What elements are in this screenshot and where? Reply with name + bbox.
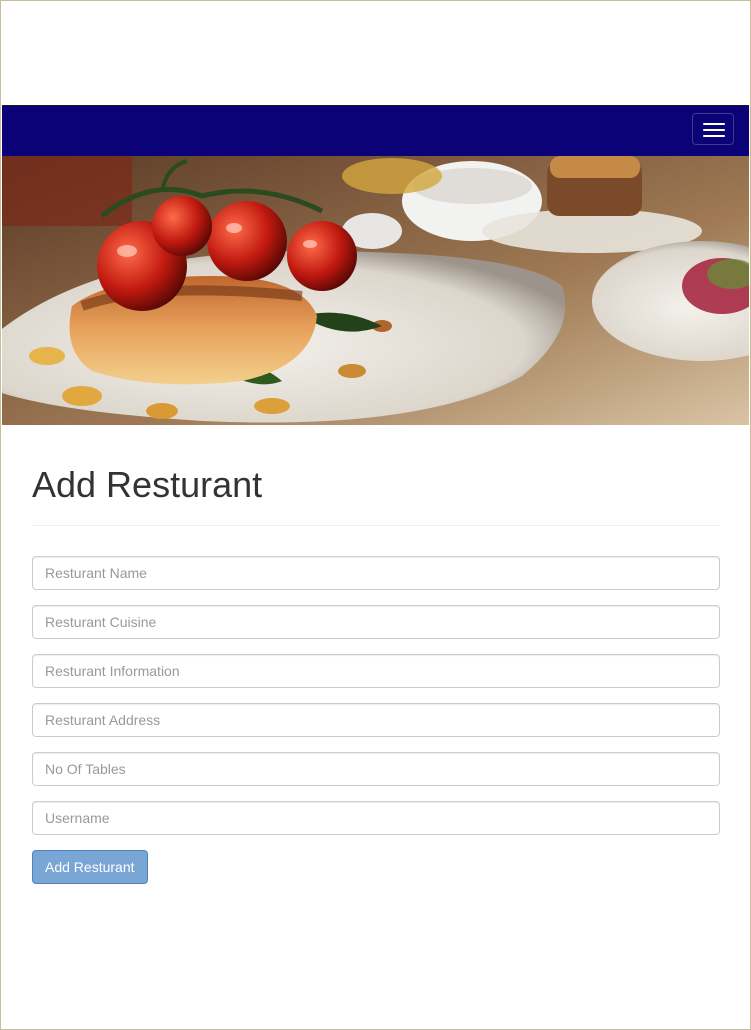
page-frame: Add Resturant Add Resturant	[0, 0, 751, 1030]
add-restaurant-form: Add Resturant	[32, 556, 720, 884]
restaurant-cuisine-input[interactable]	[32, 605, 720, 639]
hamburger-icon-bar	[703, 129, 725, 131]
title-divider	[32, 525, 720, 526]
hamburger-icon-bar	[703, 135, 725, 137]
main-content: Add Resturant Add Resturant	[32, 425, 720, 884]
hamburger-icon	[703, 123, 725, 125]
restaurant-name-input[interactable]	[32, 556, 720, 590]
restaurant-information-input[interactable]	[32, 654, 720, 688]
food-photo-illustration	[2, 156, 749, 425]
hero-food-image	[2, 156, 749, 425]
page-title: Add Resturant	[32, 464, 263, 505]
no-of-tables-input[interactable]	[32, 752, 720, 786]
top-navbar	[2, 105, 749, 156]
restaurant-address-input[interactable]	[32, 703, 720, 737]
add-restaurant-button[interactable]: Add Resturant	[32, 850, 148, 884]
navbar-toggle-button[interactable]	[692, 113, 734, 145]
username-input[interactable]	[32, 801, 720, 835]
